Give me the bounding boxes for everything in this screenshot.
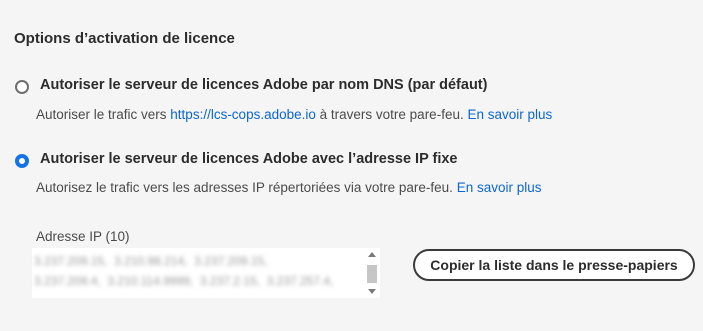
license-activation-panel: Options d’activation de licence Autorise… (0, 0, 703, 331)
copy-list-to-clipboard-button[interactable]: Copier la liste dans le presse-papiers (413, 249, 695, 281)
dns-option-description: Autoriser le trafic vers https://lcs-cop… (36, 107, 552, 122)
dns-option-label[interactable]: Autoriser le serveur de licences Adobe p… (40, 77, 487, 93)
ip-list-scrollbar[interactable] (364, 248, 380, 298)
learn-more-link-ip[interactable]: En savoir plus (457, 180, 542, 195)
learn-more-link-dns[interactable]: En savoir plus (467, 107, 552, 122)
static-ip-desc-text: Autorisez le trafic vers les adresses IP… (36, 180, 457, 195)
static-ip-option-description: Autorisez le trafic vers les adresses IP… (36, 180, 541, 195)
lcs-cops-link[interactable]: https://lcs-cops.adobe.io (170, 107, 316, 122)
dns-desc-text: Autoriser le trafic vers (36, 107, 171, 122)
dns-desc-text-after: à travers votre pare-feu. (315, 107, 468, 122)
static-ip-option-label[interactable]: Autoriser le serveur de licences Adobe a… (40, 151, 458, 167)
ip-address-values-redacted: 3.237.209.15, 3.210.98.214, 3.237.209.15… (34, 254, 334, 288)
radio-static-ip-option[interactable] (15, 154, 29, 168)
radio-dns-option[interactable] (15, 80, 29, 94)
scroll-up-arrow-icon[interactable] (368, 252, 376, 257)
ip-address-list[interactable]: 3.237.209.15, 3.210.98.214, 3.237.209.15… (32, 248, 380, 298)
scroll-down-arrow-icon[interactable] (368, 289, 376, 294)
scroll-thumb[interactable] (367, 265, 377, 283)
section-title: Options d’activation de licence (14, 30, 235, 47)
ip-address-label: Adresse IP (10) (36, 229, 130, 244)
